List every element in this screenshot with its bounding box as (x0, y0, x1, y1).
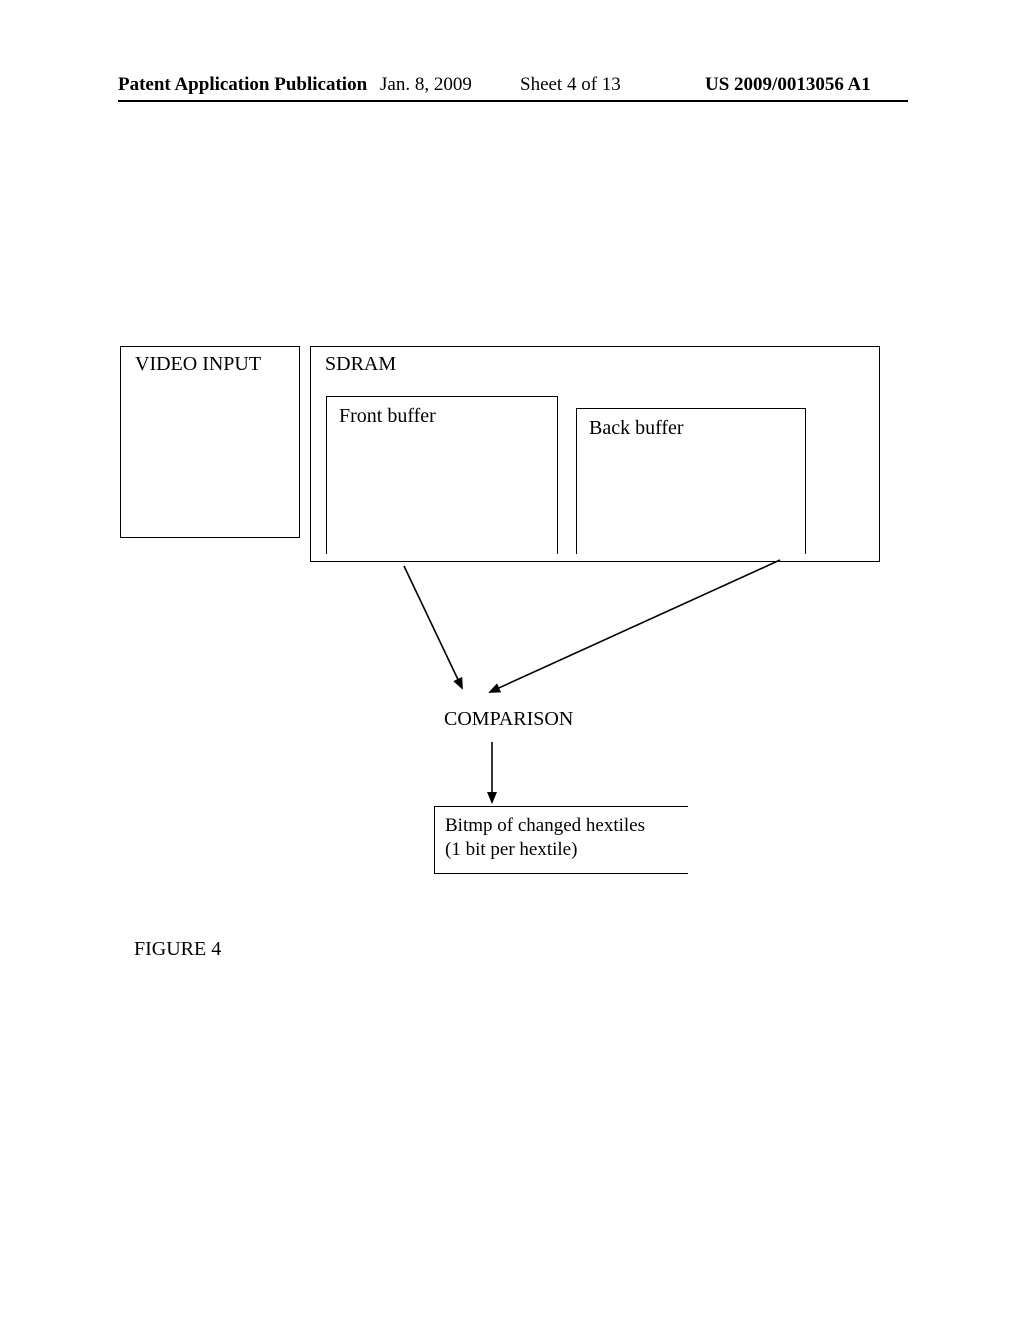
page: Patent Application Publication Jan. 8, 2… (0, 0, 1024, 1320)
front-buffer-box: Front buffer (326, 396, 558, 554)
header-rule (118, 100, 908, 102)
bitmap-line2: (1 bit per hextile) (445, 839, 577, 861)
video-input-label: VIDEO INPUT (135, 353, 261, 376)
figure-label: FIGURE 4 (134, 938, 221, 961)
front-buffer-label: Front buffer (339, 405, 436, 428)
video-input-box: VIDEO INPUT (120, 346, 300, 538)
comparison-label: COMPARISON (444, 708, 573, 731)
back-buffer-label: Back buffer (589, 417, 684, 440)
bitmap-line1: Bitmp of changed hextiles (445, 815, 645, 837)
publication-label: Patent Application Publication (118, 74, 367, 96)
sdram-label: SDRAM (325, 353, 396, 376)
diagram-arrows (0, 0, 1024, 1320)
publication-number: US 2009/0013056 A1 (705, 74, 871, 96)
publication-date: Jan. 8, 2009 (380, 74, 472, 96)
bitmap-box: Bitmp of changed hextiles (1 bit per hex… (434, 806, 688, 874)
back-buffer-box: Back buffer (576, 408, 806, 554)
sheet-number: Sheet 4 of 13 (520, 74, 621, 96)
